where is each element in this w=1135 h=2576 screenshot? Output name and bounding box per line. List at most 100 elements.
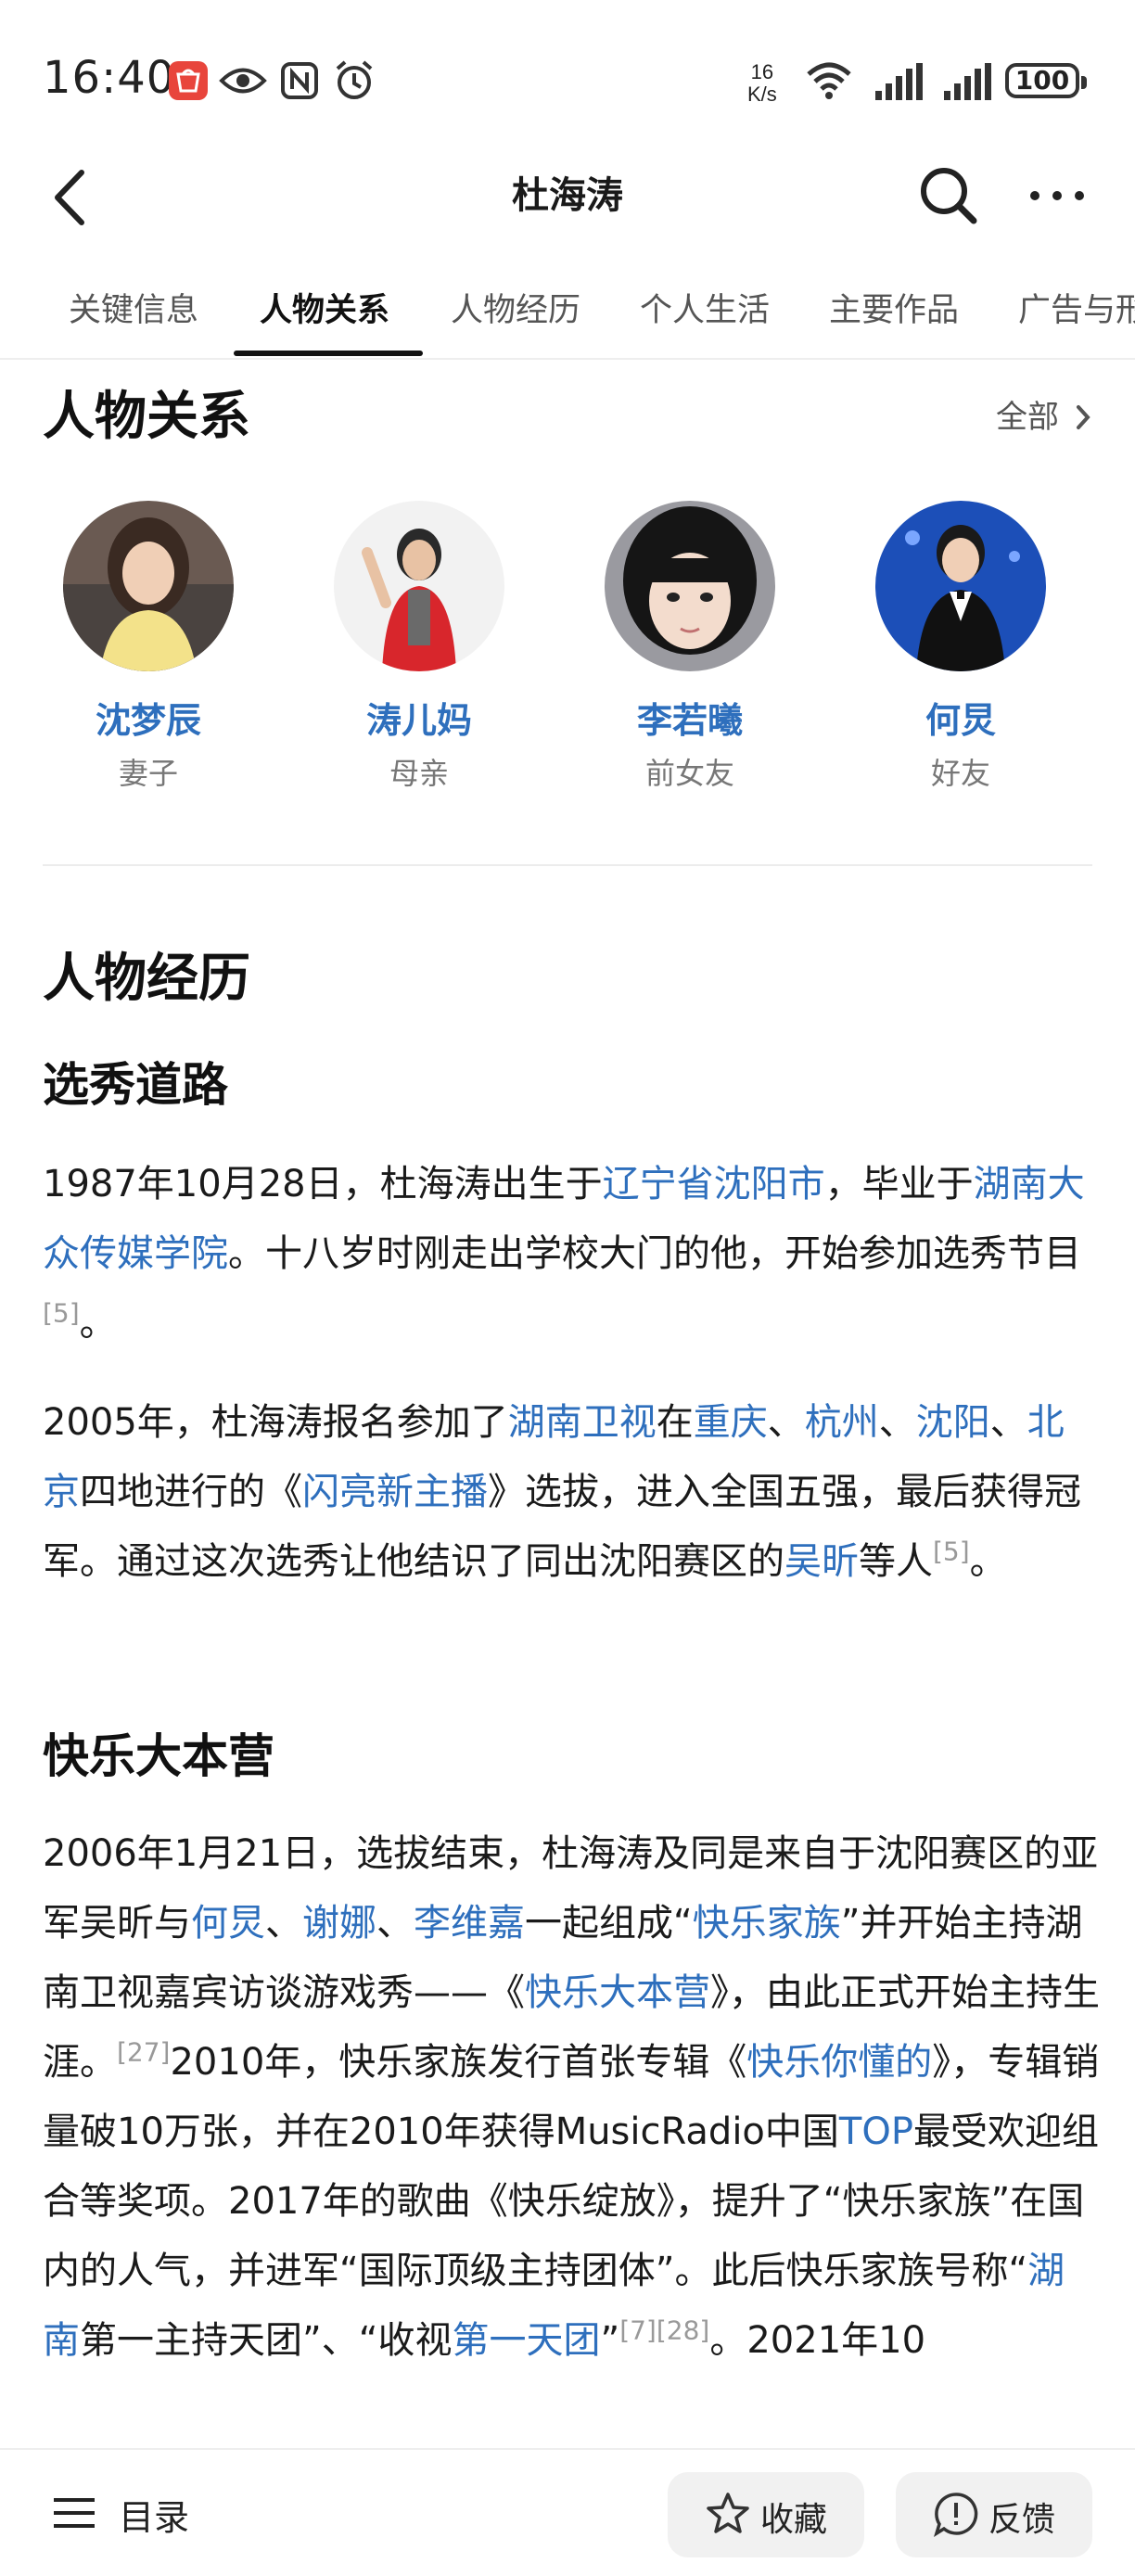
text: 、 [989,1401,1027,1444]
text: 。 [79,1302,117,1345]
text: 、 [767,1401,805,1444]
text: 一起组成“ [525,1902,693,1945]
subheading-happy-camp: 快乐大本营 [43,1729,274,1783]
link-happy-family[interactable]: 快乐家族 [693,1902,841,1945]
link-hunan-tv[interactable]: 湖南卫视 [508,1401,657,1444]
battery-indicator: 100 [1005,63,1087,98]
search-button[interactable] [916,163,981,228]
relation-card[interactable]: 涛儿妈 母亲 [326,501,512,793]
text: ，毕业于 [824,1163,974,1205]
status-time: 16:40 [43,52,176,104]
citation-ref[interactable]: [7] [619,2315,657,2346]
tab-works[interactable]: 主要作品 [829,284,959,331]
citation-ref[interactable]: [27] [117,2037,170,2068]
text: 等人 [859,1540,933,1583]
relation-type: 好友 [930,756,990,791]
status-bar: 16:40 16 K/s 100 [0,0,1135,139]
alarm-icon [334,59,375,106]
subheading-talent-show: 选秀道路 [43,1058,228,1112]
more-icon [1030,191,1084,200]
star-icon [707,2493,749,2533]
experience-heading: 人物经历 [43,949,250,1009]
text: 。 [969,1540,1007,1583]
menu-icon [54,2498,95,2528]
chevron-right-icon [1076,405,1090,429]
text: 、 [376,1902,414,1945]
feedback-label: 反馈 [988,2501,1056,2539]
avatar [63,501,234,671]
link-xie-na[interactable]: 谢娜 [302,1902,376,1945]
tab-experience[interactable]: 人物经历 [451,284,580,331]
link-hangzhou[interactable]: 杭州 [805,1401,879,1444]
view-all-relations-link[interactable]: 全部 [996,391,1093,437]
relation-card[interactable]: 何炅 好友 [868,501,1053,793]
link-first-group[interactable]: 第一天团 [452,2319,600,2362]
text: 。十八岁时刚走出学校大门的他，开始参加选秀节目 [228,1232,1081,1275]
citation-ref[interactable]: [5] [933,1537,970,1567]
avatar [875,501,1046,671]
relation-name: 沈梦辰 [95,700,201,741]
collect-label: 收藏 [760,2501,828,2539]
text: 2010年，快乐家族发行首张专辑《 [170,2041,747,2084]
relation-name: 李若曦 [636,700,743,741]
link-chongqing[interactable]: 重庆 [694,1401,768,1444]
section-divider [43,864,1092,866]
relations-heading: 人物关系 [43,387,250,447]
relation-card[interactable]: 沈梦辰 妻子 [56,501,241,793]
relation-type: 母亲 [389,756,449,791]
signal-icon [944,63,992,104]
active-tab-indicator [234,351,423,356]
text: 、 [265,1902,302,1945]
paragraph: 2005年，杜海涛报名参加了湖南卫视在重庆、杭州、沈阳、北京四地进行的《闪亮新主… [43,1388,1100,1597]
tab-ads[interactable]: 广告与形 [1018,284,1135,331]
link-top[interactable]: TOP [839,2111,913,2153]
avatar [334,501,504,671]
text: ” [600,2319,620,2362]
link-album[interactable]: 快乐你懂的 [746,2041,932,2084]
more-button[interactable] [1027,182,1087,210]
link-shenyang[interactable]: 沈阳 [916,1401,990,1444]
relation-name: 何炅 [925,700,996,741]
link-liaoning-shenyang[interactable]: 辽宁省沈阳市 [603,1163,825,1205]
net-speed-unit: K/s [747,83,777,106]
text: 、 [878,1401,916,1444]
relation-card[interactable]: 李若曦 前女友 [597,501,783,793]
citation-ref[interactable]: [28] [657,2315,709,2346]
nfc-icon [280,61,319,104]
paragraph: 1987年10月28日，杜海涛出生于辽宁省沈阳市，毕业于湖南大众传媒学院。十八岁… [43,1150,1100,1358]
search-icon [921,168,977,224]
wifi-icon [805,61,853,104]
text: 四地进行的《 [80,1471,302,1513]
net-speed: 16 K/s [747,61,777,106]
view-all-label: 全部 [996,399,1059,436]
relation-type: 前女友 [644,756,734,791]
text: 在 [656,1401,694,1444]
section-tabs: 关键信息 人物关系 人物经历 个人生活 主要作品 广告与形 [0,265,1135,358]
tab-key-info[interactable]: 关键信息 [69,284,198,331]
eye-icon [219,65,267,100]
text: 。2021年10 [709,2319,926,2362]
avatar [605,501,775,671]
tab-relations[interactable]: 人物关系 [260,284,389,331]
relation-type: 妻子 [118,756,178,791]
citation-ref[interactable]: [5] [43,1298,80,1329]
toc-label: 目录 [119,2497,190,2538]
paragraph: 2006年1月21日，选拔结束，杜海涛及同是来自于沈阳赛区的亚军吴昕与何炅、谢娜… [43,1819,1100,2376]
relation-name: 涛儿妈 [365,700,472,741]
net-speed-value: 16 [750,60,774,83]
bottom-bar: 目录 收藏 反馈 [0,2448,1135,2576]
huawei-app-icon [169,61,208,104]
tabs-divider [0,358,1135,360]
link-wu-xin[interactable]: 吴昕 [784,1540,859,1583]
feedback-button[interactable]: 反馈 [896,2472,1092,2557]
link-he-jiong[interactable]: 何炅 [191,1902,265,1945]
link-shining-host[interactable]: 闪亮新主播 [302,1471,488,1513]
feedback-icon [933,2493,978,2537]
text: 1987年10月28日，杜海涛出生于 [43,1163,603,1205]
tab-personal-life[interactable]: 个人生活 [640,284,770,331]
link-li-weijia[interactable]: 李维嘉 [414,1902,525,1945]
text: 第一主持天团”、“收视 [80,2319,453,2362]
link-happy-camp[interactable]: 快乐大本营 [525,1971,710,2014]
text: 2005年，杜海涛报名参加了 [43,1401,508,1444]
collect-button[interactable]: 收藏 [668,2472,864,2557]
